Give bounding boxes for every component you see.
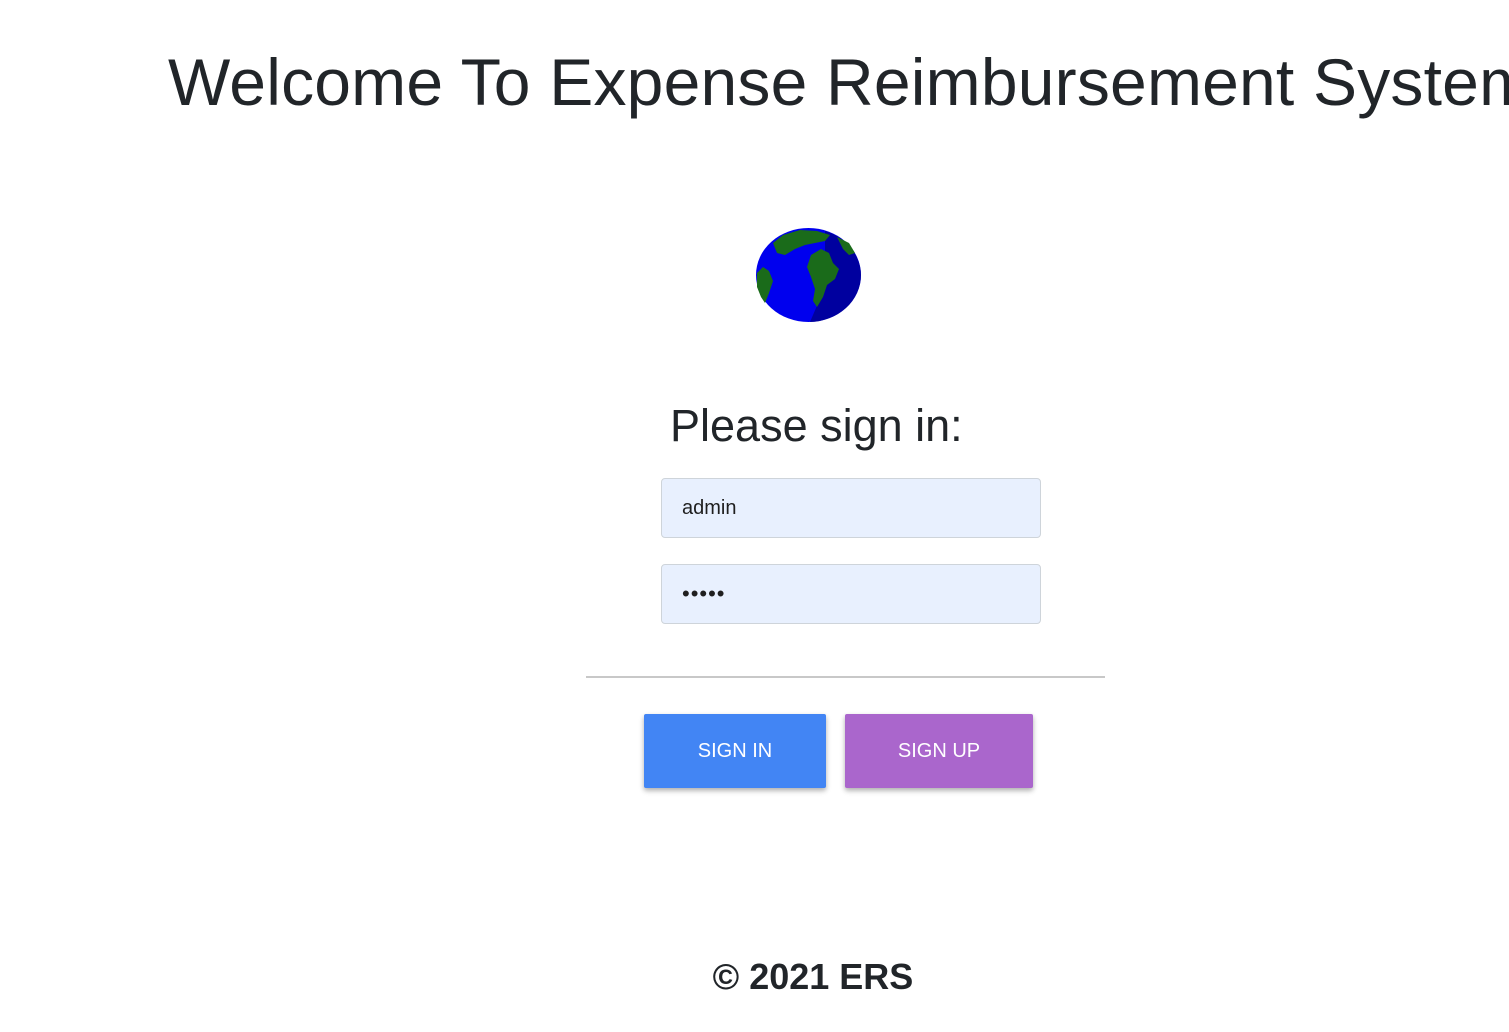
globe-icon [756,228,861,322]
page-title: Welcome To Expense Reimbursement System [168,45,1509,119]
sign-in-heading: Please sign in: [670,400,963,451]
footer-copyright: © 2021 ERS [712,956,914,997]
form-divider [586,676,1105,678]
login-page: Welcome To Expense Reimbursement System … [0,0,1509,1032]
password-field[interactable] [661,564,1041,624]
sign-up-button[interactable]: SIGN UP [845,714,1033,788]
sign-in-button[interactable]: SIGN IN [644,714,826,788]
username-field[interactable] [661,478,1041,538]
